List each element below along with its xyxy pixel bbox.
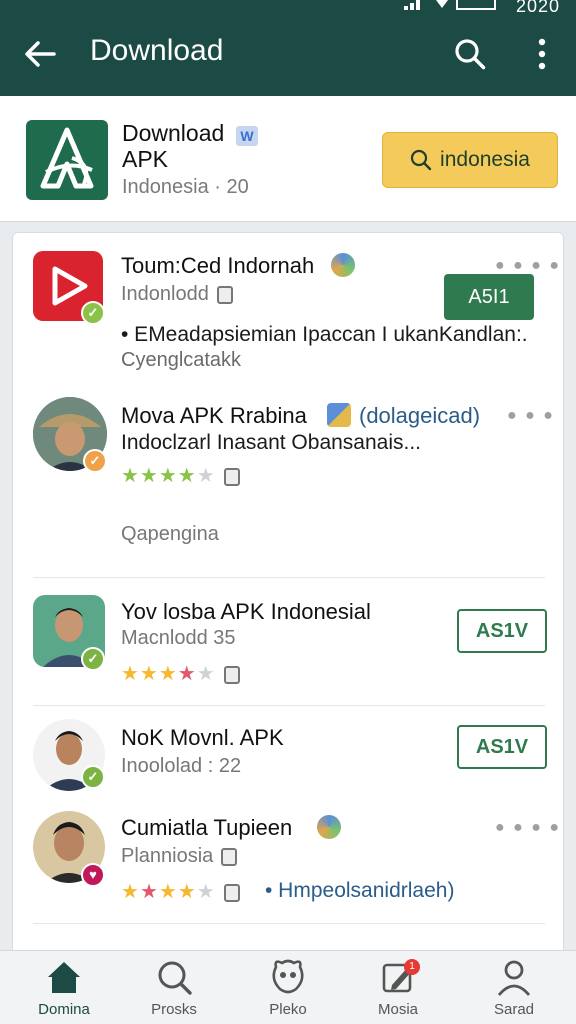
file-icon: [216, 285, 233, 304]
colorful-badge-icon: [327, 403, 351, 427]
nav-item-search[interactable]: Prosks: [124, 957, 224, 1023]
item-description: • EMeadapsiemian Ipaccan I ukanKandlan:.: [121, 323, 528, 346]
divider: [33, 577, 545, 578]
item-description: Indoclzarl Inasant Obansanais...: [121, 431, 422, 454]
list-item[interactable]: ✓ Mova APK Rrabina (dolageicad) ● ● ● In…: [13, 274, 563, 575]
region-search-button[interactable]: indonesia: [382, 132, 558, 188]
rating-stars: ★★★★★: [121, 661, 240, 686]
mascot-icon: [272, 959, 304, 994]
item-title: Mova APK Rrabina: [121, 403, 307, 428]
nav-item-mascot[interactable]: Pleko: [238, 957, 338, 1023]
bottom-navigation: Domina Prosks Pleko 1 Mosia Sarad: [0, 950, 576, 1024]
search-icon[interactable]: [452, 36, 488, 72]
app-bar: Download: [0, 14, 576, 96]
divider: [33, 923, 545, 924]
install-button-label: A5I1: [468, 285, 510, 308]
item-title: NoK Movnl. APK: [121, 725, 284, 750]
nav-label: Pleko: [269, 1001, 307, 1018]
install-button[interactable]: AS1V: [457, 609, 547, 653]
wifi-icon: [436, 0, 448, 8]
item-subtitle: Inoololad : 22: [121, 755, 242, 777]
install-button[interactable]: AS1V: [457, 725, 547, 769]
nav-item-profile[interactable]: Sarad: [464, 957, 564, 1023]
nav-item-home[interactable]: Domina: [14, 957, 114, 1023]
item-footer: Qapengina: [121, 523, 219, 545]
page-title: Download: [90, 34, 224, 67]
item-subtitle: Macnlodd 35: [121, 627, 236, 649]
featured-app-header: Download W APK Indonesia · 20 indonesia: [0, 96, 576, 222]
rating-stars: ★★★★★: [121, 463, 240, 488]
app-name-line2: APK: [122, 146, 169, 172]
list-item[interactable]: ✓ NoK Movnl. APK Inoololad : 22 AS1V: [13, 717, 563, 807]
nav-label: Sarad: [493, 1001, 535, 1018]
item-subtitle: Planniosia: [121, 845, 238, 868]
nav-item-edit[interactable]: 1 Mosia: [348, 957, 448, 1023]
install-button[interactable]: A5I1: [444, 274, 534, 320]
nav-label: Domina: [38, 1001, 90, 1018]
back-arrow-icon[interactable]: [22, 36, 58, 72]
nav-label: Mosia: [377, 1001, 418, 1018]
heart-badge-icon: ♥: [81, 863, 105, 887]
file-icon: [223, 467, 240, 486]
app-list: ✓ Toum:Ced Indornah ● ● ● ● Indonlodd • …: [12, 232, 564, 962]
more-options-icon[interactable]: ● ● ● ●: [495, 819, 561, 837]
item-link[interactable]: • Hmpeolsanidrlaeh): [265, 879, 454, 903]
item-title: Cumiatla Tupieen: [121, 815, 293, 840]
list-item[interactable]: ♥ Cumiatla Tupieen ● ● ● ● Planniosia ★★…: [13, 807, 563, 917]
home-icon: [48, 962, 80, 993]
app-logo: [26, 120, 108, 200]
item-tag[interactable]: (dolageicad): [359, 403, 480, 429]
verified-badge: W: [236, 126, 258, 146]
file-icon: [223, 883, 240, 902]
item-category: Cyenglcatakk: [121, 349, 242, 371]
search-icon: [410, 149, 432, 171]
item-subtitle: Indonlodd: [121, 283, 233, 306]
colorful-badge-icon: [331, 253, 355, 277]
divider: [33, 705, 545, 706]
item-title: Yov losba APK Indonesial: [121, 599, 371, 624]
star-badge-icon: ✓: [83, 449, 107, 473]
item-title: Toum:Ced Indornah: [121, 253, 315, 278]
nav-label: Prosks: [151, 1001, 197, 1018]
app-subtitle: Indonesia · 20: [122, 176, 249, 198]
more-options-icon[interactable]: ● ● ● ●: [495, 257, 561, 275]
check-badge-icon: ✓: [81, 301, 105, 325]
search-icon: [158, 961, 192, 995]
battery-icon: [456, 0, 496, 10]
region-search-label: indonesia: [440, 148, 530, 171]
check-badge-icon: ✓: [81, 765, 105, 789]
file-icon: [221, 847, 238, 866]
install-button-label: AS1V: [475, 735, 529, 758]
status-bar: 2020: [0, 0, 576, 16]
person-icon: [497, 960, 531, 996]
app-name: Download: [122, 120, 225, 146]
install-button-label: AS1V: [475, 619, 529, 642]
rating-stars: ★★★★★: [121, 879, 240, 904]
colorful-badge-icon: [317, 815, 341, 839]
signal-icon: [404, 0, 426, 10]
list-item[interactable]: ✓ Yov losba APK Indonesial Macnlodd 35 ★…: [13, 589, 563, 701]
file-icon: [223, 665, 240, 684]
notification-badge: 1: [404, 959, 420, 975]
check-badge-icon: ✓: [81, 647, 105, 671]
more-vert-icon[interactable]: [528, 36, 556, 72]
more-options-icon[interactable]: ● ● ●: [507, 407, 555, 425]
